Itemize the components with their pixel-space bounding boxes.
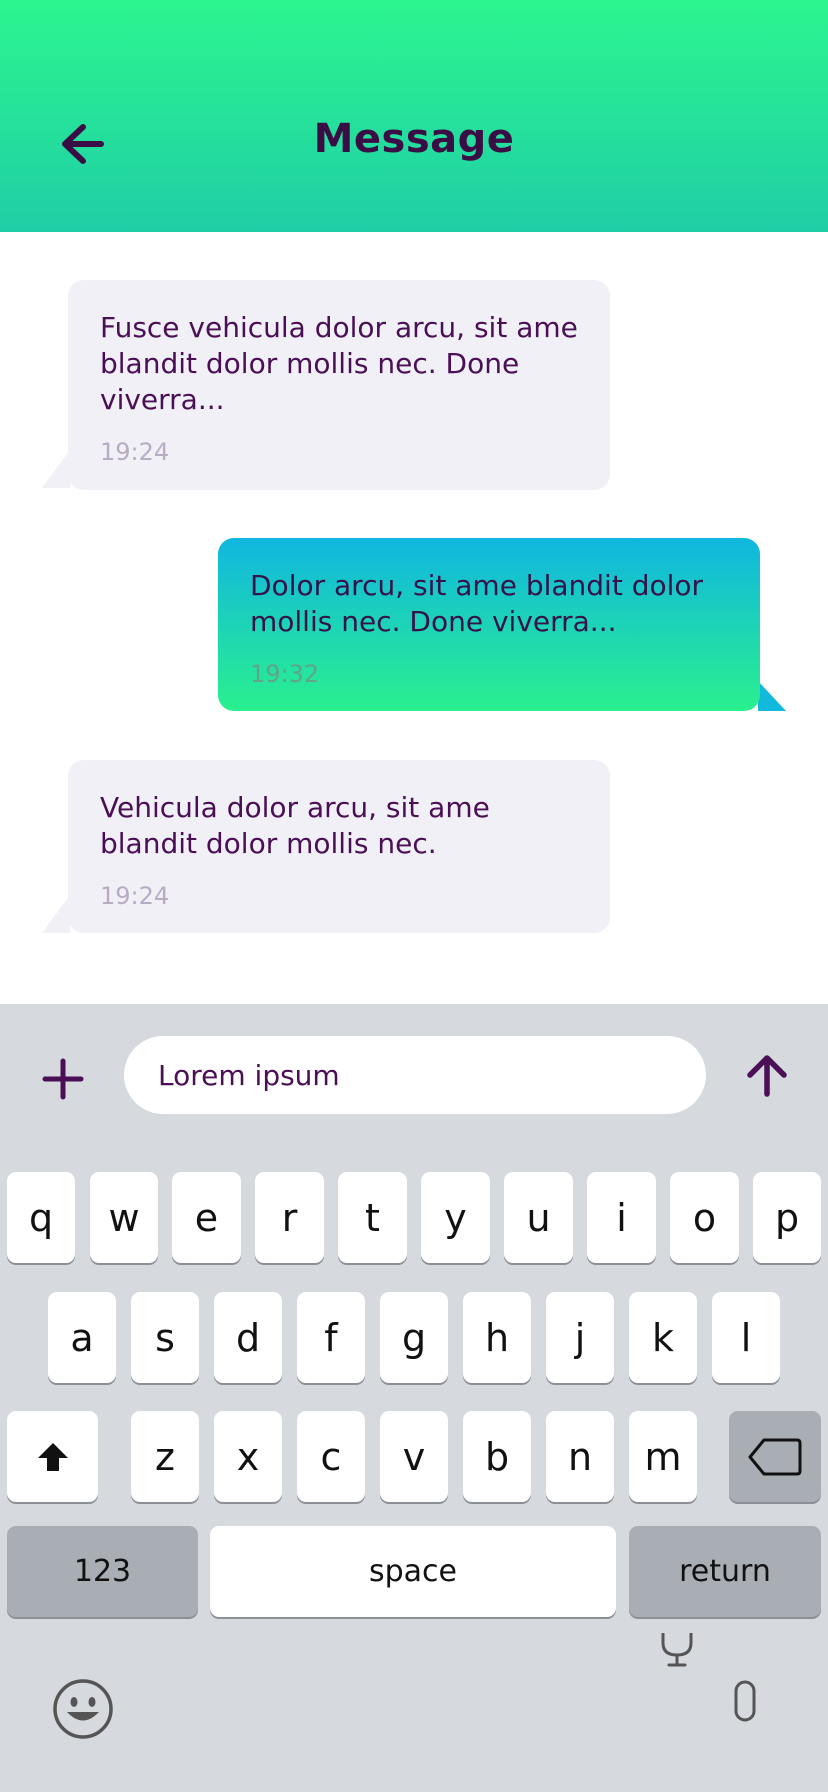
message-text: Vehicula dolor arcu, sit ame blandit dol… xyxy=(100,791,490,860)
outgoing-message[interactable]: Dolor arcu, sit ame blandit dolor mollis… xyxy=(218,538,760,711)
key-b[interactable]: b xyxy=(463,1411,531,1502)
key-e[interactable]: e xyxy=(172,1172,241,1263)
key-u[interactable]: u xyxy=(504,1172,573,1263)
key-a[interactable]: a xyxy=(48,1292,116,1383)
key-q[interactable]: q xyxy=(7,1172,75,1263)
mic-capsule xyxy=(730,1676,760,1726)
key-n[interactable]: n xyxy=(546,1411,614,1502)
key-k[interactable]: k xyxy=(629,1292,697,1383)
key-o[interactable]: o xyxy=(670,1172,739,1263)
microphone-icon xyxy=(661,1633,693,1667)
key-p[interactable]: p xyxy=(753,1172,821,1263)
emoji-icon xyxy=(53,1679,113,1739)
incoming-message[interactable]: Vehicula dolor arcu, sit ame blandit dol… xyxy=(68,760,610,933)
bubble-tail xyxy=(42,450,70,488)
dictation-button[interactable] xyxy=(652,1626,702,1672)
key-x[interactable]: x xyxy=(214,1411,282,1502)
key-l[interactable]: l xyxy=(712,1292,780,1383)
message-time: 19:24 xyxy=(100,882,170,910)
key-v[interactable]: v xyxy=(380,1411,448,1502)
microphone-icon xyxy=(734,1680,756,1722)
key-m[interactable]: m xyxy=(629,1411,697,1502)
shift-icon xyxy=(37,1442,68,1471)
key-r[interactable]: r xyxy=(255,1172,324,1263)
key-d[interactable]: d xyxy=(214,1292,282,1383)
message-time: 19:24 xyxy=(100,438,170,466)
key-h[interactable]: h xyxy=(463,1292,531,1383)
delete-key[interactable] xyxy=(729,1411,821,1502)
message-time: 19:32 xyxy=(250,660,320,688)
message-text: Dolor arcu, sit ame blandit dolor mollis… xyxy=(250,569,704,638)
bubble-tail xyxy=(758,681,786,711)
backspace-icon xyxy=(748,1438,802,1475)
key-y[interactable]: y xyxy=(421,1172,490,1263)
message-text: Fusce vehicula dolor arcu, sit ame bland… xyxy=(100,311,578,416)
arrow-up-icon xyxy=(747,1055,787,1097)
incoming-message[interactable]: Fusce vehicula dolor arcu, sit ame bland… xyxy=(68,280,610,490)
key-f[interactable]: f xyxy=(297,1292,365,1383)
key-g[interactable]: g xyxy=(380,1292,448,1383)
key-c[interactable]: c xyxy=(297,1411,365,1502)
key-w[interactable]: w xyxy=(90,1172,158,1263)
key-z[interactable]: z xyxy=(131,1411,199,1502)
page-title: Message xyxy=(313,116,515,162)
numbers-key[interactable]: 123 xyxy=(7,1526,198,1617)
send-button[interactable] xyxy=(742,1050,792,1102)
key-s[interactable]: s xyxy=(131,1292,199,1383)
bubble-tail xyxy=(42,895,70,933)
message-input[interactable] xyxy=(124,1036,706,1114)
key-t[interactable]: t xyxy=(338,1172,407,1263)
key-j[interactable]: j xyxy=(546,1292,614,1383)
attach-button[interactable] xyxy=(38,1054,88,1104)
space-key[interactable]: space xyxy=(210,1526,616,1617)
keyboard-area xyxy=(0,1004,828,1792)
shift-key[interactable] xyxy=(7,1411,98,1502)
emoji-button[interactable] xyxy=(50,1676,116,1742)
return-key[interactable]: return xyxy=(629,1526,821,1617)
plus-icon xyxy=(42,1058,84,1100)
key-i[interactable]: i xyxy=(587,1172,656,1263)
